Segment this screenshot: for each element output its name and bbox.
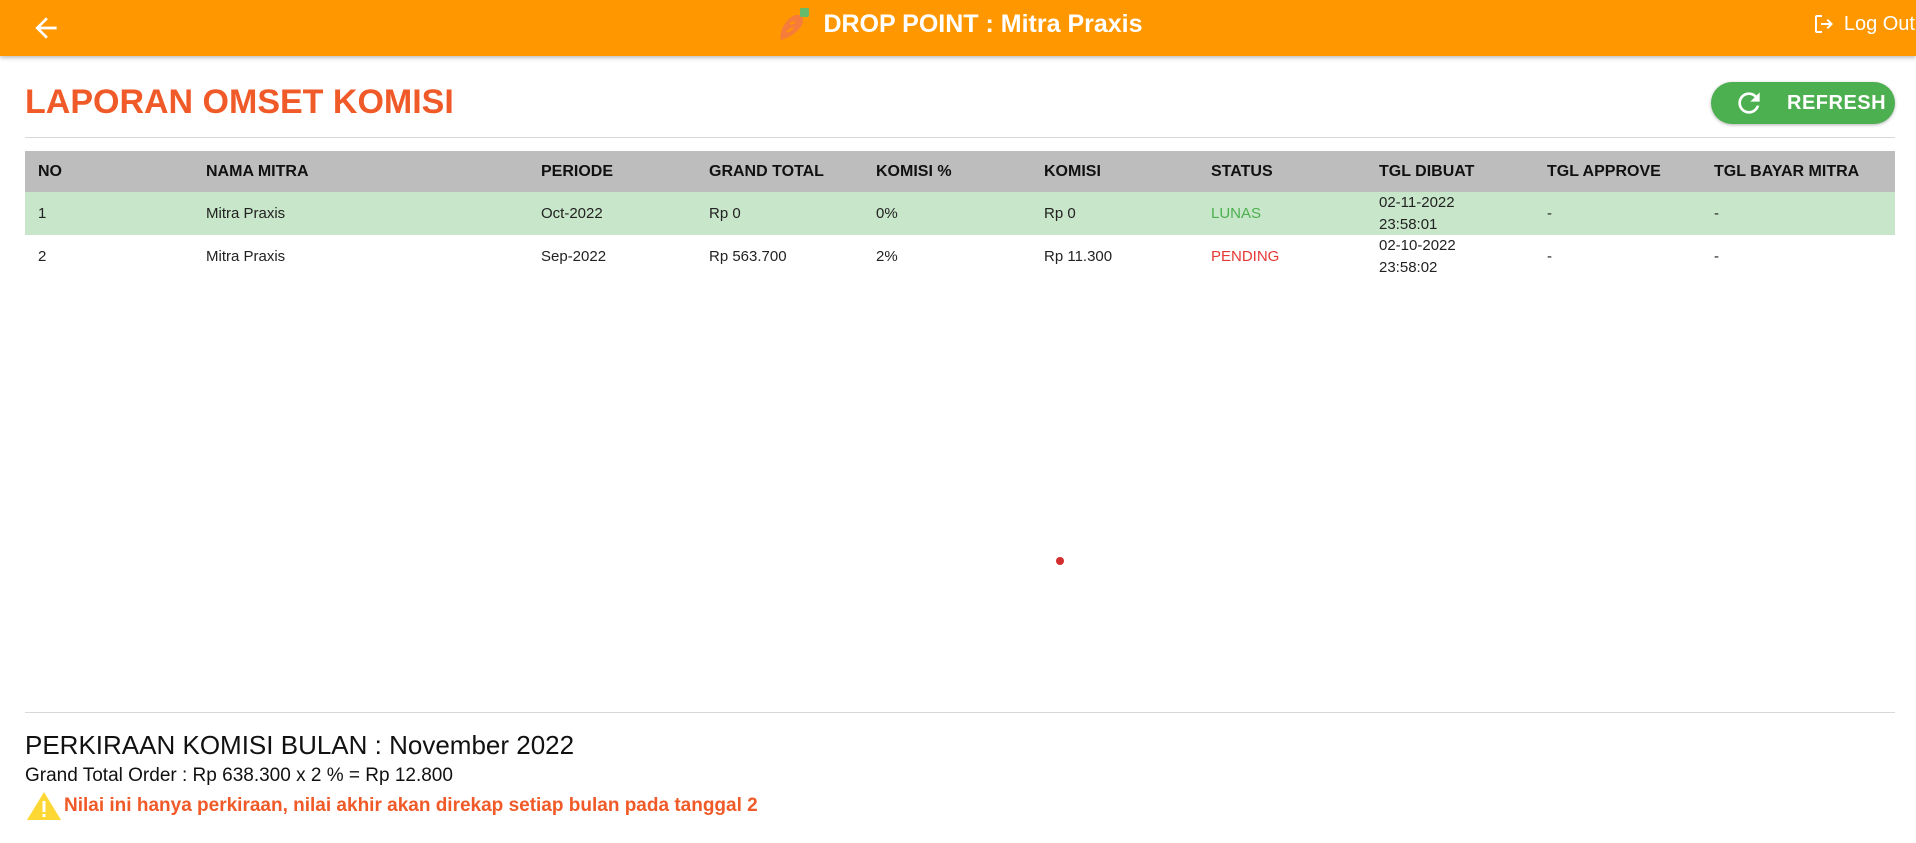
page-title: LAPORAN OMSET KOMISI	[25, 83, 454, 121]
column-header-tgl-bayar-mitra: TGL BAYAR MITRA	[1714, 162, 1860, 180]
refresh-icon	[1738, 92, 1760, 114]
column-header-tgl-dibuat: TGL DIBUAT	[1379, 162, 1475, 180]
cell-nama-mitra: Mitra Praxis	[206, 205, 286, 222]
divider	[25, 712, 1895, 713]
cell-tgl-bayar-mitra: -	[1714, 205, 1719, 222]
top-app-bar: DROP POINT : Mitra Praxis Log Out	[0, 0, 1916, 56]
cell-grand-total: Rp 0	[709, 205, 741, 222]
app-title-text: DROP POINT : Mitra Praxis	[823, 9, 1143, 38]
logout-label: Log Out	[1843, 12, 1915, 35]
cell-periode: Sep-2022	[541, 248, 607, 265]
cell-periode: Oct-2022	[541, 205, 603, 222]
cell-no: 1	[38, 205, 47, 222]
cell-tgl-dibuat: 02-10-2022 23:58:02	[1379, 235, 1456, 278]
table-row[interactable]: 2 Mitra Praxis Sep-2022 Rp 563.700 2% Rp…	[25, 235, 1895, 278]
estimate-formula: Grand Total Order : Rp 638.300 x 2 % = R…	[25, 765, 453, 786]
warning-icon	[27, 792, 61, 820]
cell-komisi: Rp 11.300	[1044, 248, 1113, 265]
column-header-tgl-approve: TGL APPROVE	[1547, 162, 1661, 180]
column-header-komisi-persen: KOMISI %	[876, 162, 952, 180]
cell-grand-total: Rp 563.700	[709, 248, 787, 265]
cell-tgl-dibuat: 02-11-2022 23:58:01	[1379, 192, 1455, 235]
status-badge: LUNAS	[1211, 205, 1262, 222]
divider	[25, 137, 1895, 138]
cell-komisi-persen: 0%	[876, 205, 898, 222]
column-header-komisi: KOMISI	[1044, 162, 1101, 180]
app-title: DROP POINT : Mitra Praxis	[0, 0, 1916, 48]
warning-text: Nilai ini hanya perkiraan, nilai akhir a…	[64, 795, 758, 816]
loading-indicator	[1056, 557, 1064, 565]
logout-icon	[1814, 15, 1833, 33]
column-header-status: STATUS	[1211, 162, 1273, 180]
cell-tgl-approve: -	[1547, 205, 1552, 222]
refresh-button[interactable]: REFRESH	[1711, 82, 1895, 124]
tgl-dibuat-time: 23:58:02	[1379, 258, 1438, 276]
carrot-logo-icon	[780, 8, 810, 40]
cell-komisi-persen: 2%	[876, 248, 898, 265]
tgl-dibuat-date: 02-11-2022	[1379, 193, 1455, 211]
commission-table: NO NAMA MITRA PERIODE GRAND TOTAL KOMISI…	[25, 151, 1895, 278]
estimate-title: PERKIRAAN KOMISI BULAN : November 2022	[25, 730, 575, 760]
tgl-dibuat-date: 02-10-2022	[1379, 236, 1456, 254]
cell-tgl-approve: -	[1547, 248, 1552, 265]
column-header-grand-total: GRAND TOTAL	[709, 162, 824, 180]
refresh-label: REFRESH	[1787, 91, 1887, 114]
cell-no: 2	[38, 248, 47, 265]
logout-button[interactable]: Log Out	[1812, 12, 1915, 36]
table-row[interactable]: 1 Mitra Praxis Oct-2022 Rp 0 0% Rp 0 LUN…	[25, 192, 1895, 235]
estimate-warning: Nilai ini hanya perkiraan, nilai akhir a…	[25, 790, 758, 822]
column-header-nama-mitra: NAMA MITRA	[206, 162, 309, 180]
status-badge: PENDING	[1211, 248, 1280, 265]
cell-tgl-bayar-mitra: -	[1714, 248, 1719, 265]
cell-nama-mitra: Mitra Praxis	[206, 248, 286, 265]
table-header: NO NAMA MITRA PERIODE GRAND TOTAL KOMISI…	[25, 151, 1895, 192]
cell-komisi: Rp 0	[1044, 205, 1076, 222]
tgl-dibuat-time: 23:58:01	[1379, 215, 1438, 233]
column-header-no: NO	[38, 162, 62, 180]
column-header-periode: PERIODE	[541, 162, 614, 180]
